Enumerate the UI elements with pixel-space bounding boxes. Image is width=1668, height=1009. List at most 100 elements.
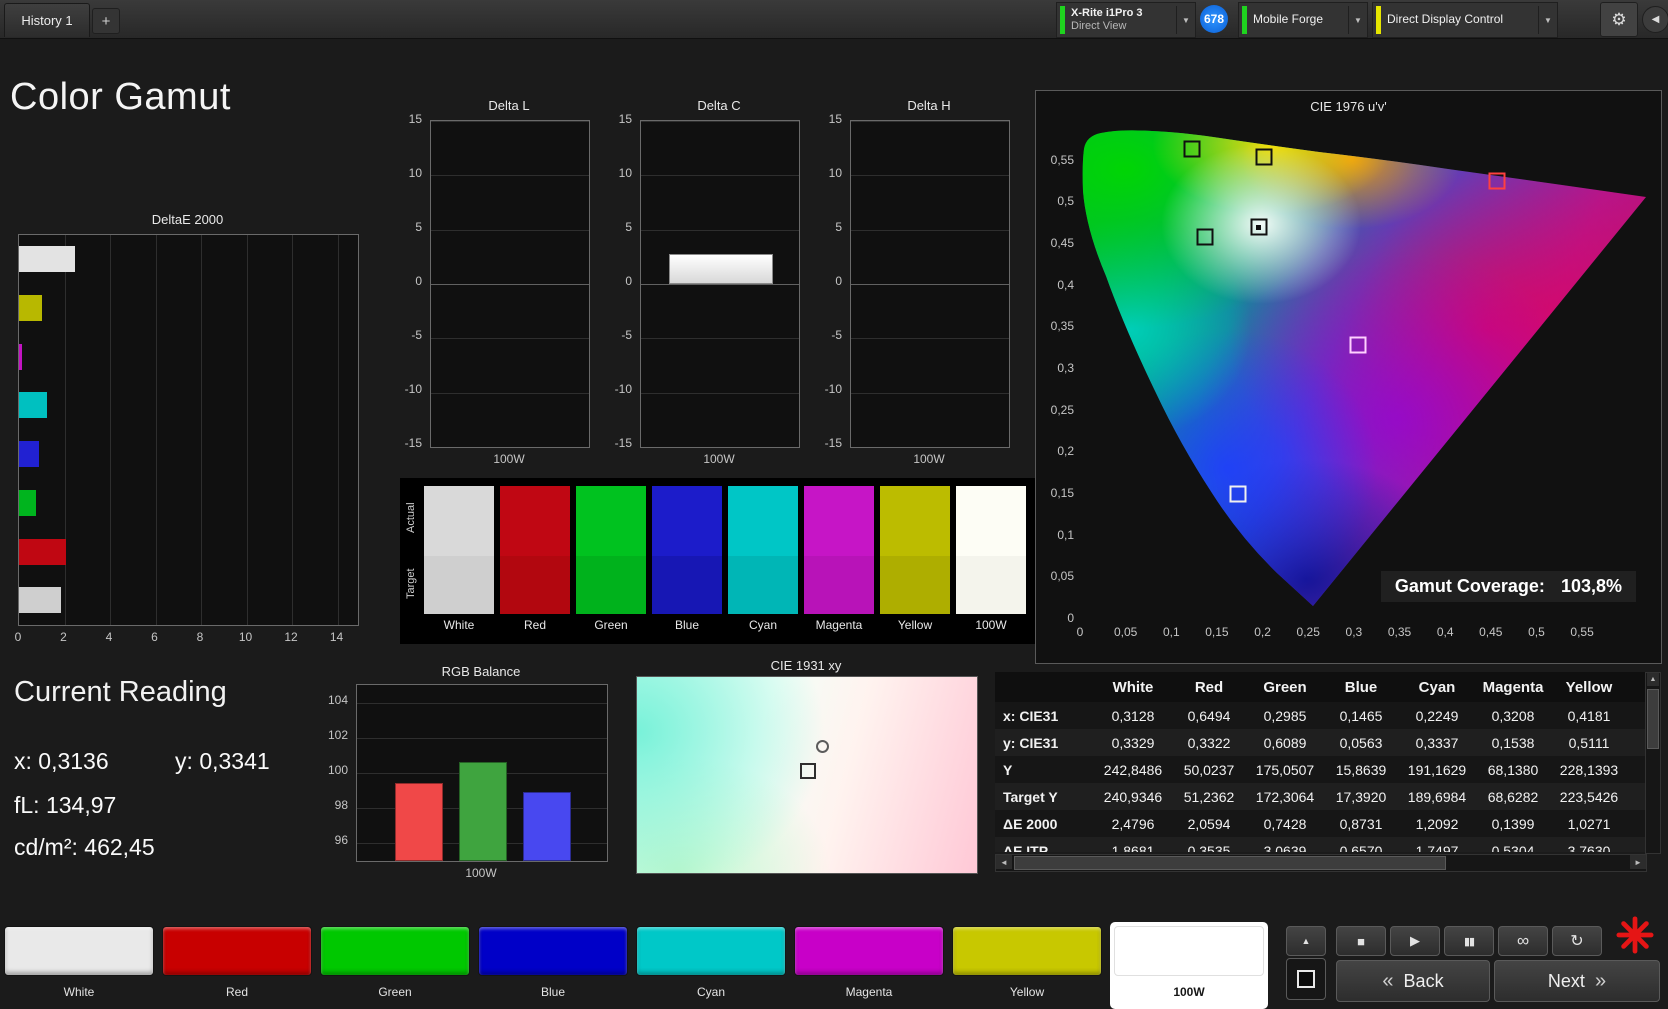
table-cell: 0,7428 — [1263, 815, 1307, 832]
axis-tick-label: 0 — [415, 274, 422, 288]
next-chevrons-icon: » — [1594, 969, 1607, 992]
cie1931-plot — [636, 676, 978, 874]
meter-dropdown-button[interactable]: ▼ — [1176, 6, 1195, 34]
back-button[interactable]: « Back — [1336, 960, 1490, 1002]
axis-tick-label: 0,2 — [1254, 625, 1271, 639]
play-button[interactable]: ▶ — [1390, 926, 1440, 956]
display-dropdown-button[interactable]: ▼ — [1538, 6, 1557, 34]
table-cell: 68,1380 — [1487, 761, 1539, 778]
vertical-scrollbar-thumb[interactable] — [1647, 689, 1659, 749]
display-control-selector[interactable]: Direct Display Control ▼ — [1372, 2, 1558, 38]
table-cell: 3,5 — [1627, 816, 1645, 832]
patch-scroll-up-button[interactable]: ▲ — [1286, 926, 1326, 956]
meter-selector[interactable]: X-Rite i1Pro 3 Direct View ▼ — [1056, 2, 1196, 38]
axis-tick-label: 10 — [828, 166, 842, 180]
next-button[interactable]: Next » — [1494, 960, 1660, 1002]
table-vertical-scrollbar[interactable]: ▲ — [1645, 672, 1661, 854]
custom-patch-button[interactable] — [1286, 958, 1326, 1000]
table-row-label: x: CIE31 — [1003, 707, 1059, 724]
table-cell: 0,1399 — [1491, 815, 1535, 832]
table-header-cell: White — [1112, 678, 1154, 696]
source-dropdown-button[interactable]: ▼ — [1348, 6, 1367, 34]
table-cell: 46 — [1627, 789, 1645, 805]
source-selector[interactable]: Mobile Forge ▼ — [1238, 2, 1368, 38]
stop-button[interactable]: ■ — [1336, 926, 1386, 956]
table-cell: 0,3337 — [1415, 734, 1459, 751]
table-cell: 240,9346 — [1103, 788, 1163, 805]
table-cell: 0,3329 — [1111, 734, 1155, 751]
delta-l-y-axis: 15 10 5 0 -5 -10 -15 — [392, 112, 426, 450]
patch-button-yellow[interactable]: Yellow — [952, 926, 1102, 1002]
table-row-label: y: CIE31 — [1003, 734, 1059, 751]
table-cell: 1,0271 — [1567, 815, 1611, 832]
gridline — [64, 235, 66, 625]
horizontal-scrollbar-thumb[interactable] — [1014, 856, 1446, 870]
swatch-target — [880, 556, 950, 614]
table-header-cell: Cyan — [1418, 678, 1456, 696]
measurement-count-badge[interactable]: 678 — [1200, 5, 1228, 33]
axis-tick-label: 0 — [1067, 611, 1074, 625]
red-asterisk-stop-button[interactable] — [1612, 912, 1658, 958]
gridline — [851, 338, 1009, 340]
meter-status-indicator — [1060, 6, 1065, 34]
patch-button-white[interactable]: White — [4, 926, 154, 1002]
collapse-panel-button[interactable]: ◀ — [1642, 6, 1668, 33]
marker-dot — [1256, 224, 1262, 230]
table-cell: 0,3208 — [1491, 707, 1535, 724]
scroll-left-button[interactable]: ◄ — [996, 855, 1012, 869]
red-asterisk-icon — [1616, 916, 1654, 954]
rgb-bar-red — [395, 783, 443, 861]
swatch-magenta — [804, 486, 874, 614]
settings-button[interactable]: ⚙ — [1600, 2, 1638, 37]
swatch-white — [424, 486, 494, 614]
axis-tick-label: 96 — [334, 832, 348, 847]
swatch-target — [956, 556, 1026, 614]
fl-label: fL: — [14, 792, 40, 818]
delta-l-chart — [430, 120, 590, 448]
display-text: Direct Display Control — [1387, 13, 1538, 27]
patch-button-green[interactable]: Green — [320, 926, 470, 1002]
patch-button-blue[interactable]: Blue — [478, 926, 628, 1002]
swatch-actual — [652, 486, 722, 557]
patch-button-magenta[interactable]: Magenta — [794, 926, 944, 1002]
table-cell: 46 — [1627, 762, 1645, 778]
table-row: y: CIE31 0,3329 0,3322 0,6089 0,0563 0,3337 0,… — [995, 729, 1645, 756]
table-row: Target Y 240,9346 51,2362 172,3064 17,3920 18… — [995, 783, 1645, 810]
yellow-target-marker — [1255, 148, 1273, 166]
patch-button-cyan[interactable]: Cyan — [636, 926, 786, 1002]
table-horizontal-scrollbar[interactable]: ◄ ► — [995, 854, 1647, 872]
axis-tick-label: 0,35 — [1050, 319, 1074, 334]
axis-tick-label: 0 — [835, 274, 842, 288]
table-cell: 0,3128 — [1111, 707, 1155, 724]
stop-icon: ■ — [1357, 933, 1365, 949]
axis-tick-label: 0,2 — [1057, 444, 1074, 459]
table-cell: 0,1538 — [1491, 734, 1535, 751]
patch-button-red[interactable]: Red — [162, 926, 312, 1002]
axis-tick-label: 14 — [329, 630, 344, 644]
refresh-button[interactable]: ↻ — [1552, 926, 1602, 956]
swatch-actual — [500, 486, 570, 557]
chevron-down-icon: ▼ — [1544, 15, 1552, 25]
pause-button[interactable]: ▮▮ — [1444, 926, 1494, 956]
gridline — [431, 392, 589, 394]
continuous-measure-button[interactable]: ∞ — [1498, 926, 1548, 956]
patch-label: Blue — [540, 985, 566, 999]
delta-h-y-axis: 15 10 5 0 -5 -10 -15 — [812, 112, 846, 450]
cie1976-title: CIE 1976 u'v' — [1310, 99, 1387, 114]
table-cell: 242,8486 — [1103, 761, 1163, 778]
axis-tick-label: 0,1 — [1057, 527, 1074, 542]
table-row-label: ΔE ITP — [1003, 842, 1049, 853]
patch-button-100w[interactable]: 100W — [1110, 922, 1268, 1009]
cd-value: 462,45 — [84, 834, 155, 860]
swatch-actual — [576, 486, 646, 557]
horizontal-scrollbar-track[interactable] — [1012, 855, 1630, 871]
swatch-actual — [804, 486, 874, 557]
scroll-up-button[interactable]: ▲ — [1647, 673, 1659, 686]
add-tab-button[interactable]: + — [92, 8, 120, 34]
scroll-right-button[interactable]: ► — [1630, 855, 1646, 869]
history-tab[interactable]: History 1 — [4, 3, 90, 37]
chevron-down-icon: ▼ — [1182, 15, 1190, 25]
delta-bar — [669, 253, 773, 284]
meter-text: X-Rite i1Pro 3 Direct View — [1071, 7, 1176, 32]
axis-tick-label: -15 — [614, 436, 632, 450]
